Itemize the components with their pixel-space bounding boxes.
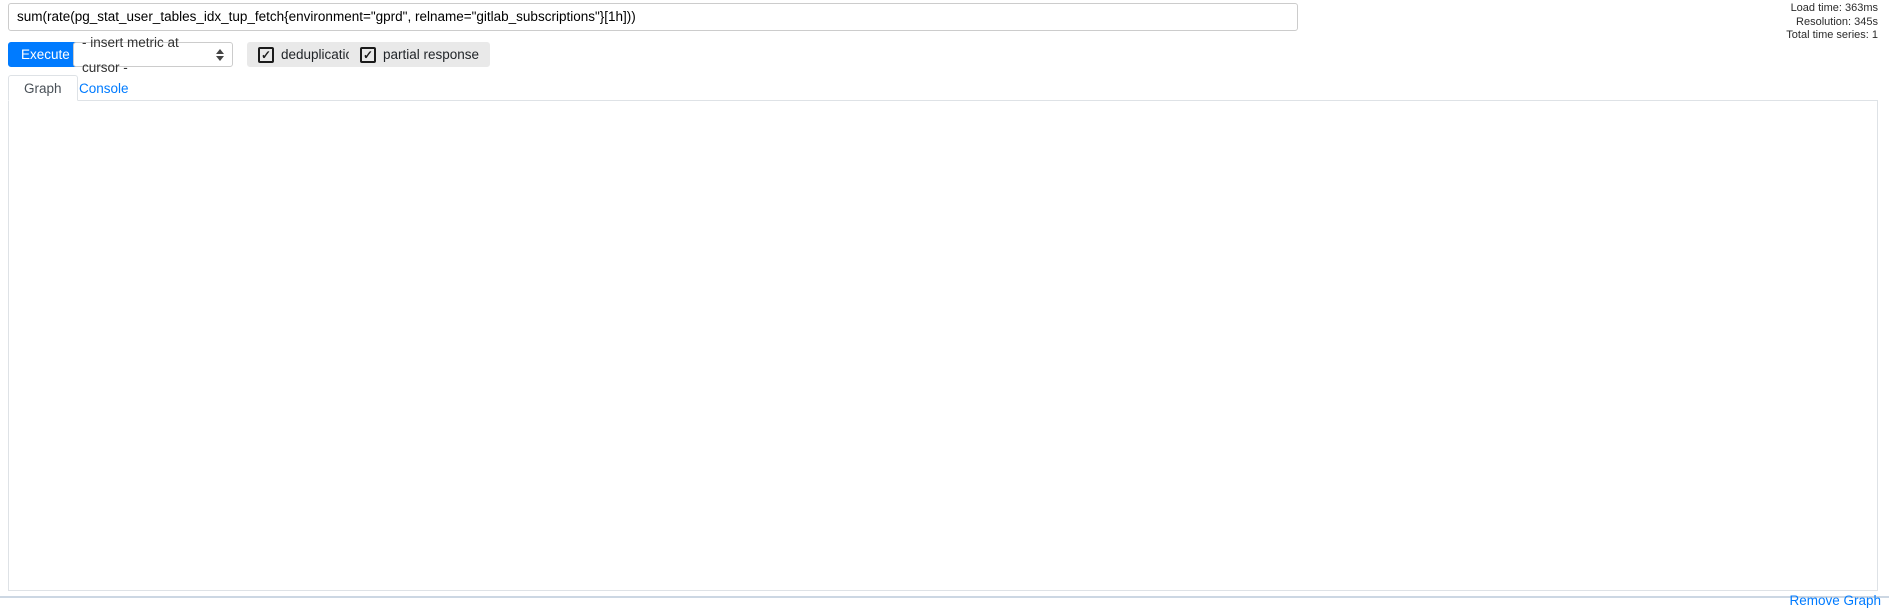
tab-console-label: Console <box>79 80 129 96</box>
partial-response-label: partial response <box>383 47 480 62</box>
execute-label: Execute <box>21 47 70 62</box>
resolution: Resolution: 345s <box>1796 15 1878 28</box>
graph-panel <box>8 100 1878 591</box>
execute-button[interactable]: Execute <box>8 42 83 67</box>
query-input[interactable]: sum(rate(pg_stat_user_tables_idx_tup_fet… <box>8 3 1298 31</box>
tab-graph[interactable]: Graph <box>8 75 78 101</box>
checked-checkbox-icon: ✓ <box>258 46 274 63</box>
panel-bottom-divider <box>0 596 1889 598</box>
select-updown-icon <box>216 48 224 61</box>
load-time: Load time: 363ms <box>1790 2 1878 14</box>
partial-response-toggle[interactable]: ✓ partial response <box>349 42 491 67</box>
insert-metric-label: - insert metric at cursor - <box>82 34 179 75</box>
insert-metric-select[interactable]: - insert metric at cursor - <box>73 35 233 75</box>
checked-checkbox-icon: ✓ <box>360 46 376 63</box>
tab-graph-label: Graph <box>24 80 62 96</box>
total-time-series: Total time series: 1 <box>1786 29 1878 41</box>
query-stats: Load time: 363ms Resolution: 345s Total … <box>1786 2 1878 43</box>
